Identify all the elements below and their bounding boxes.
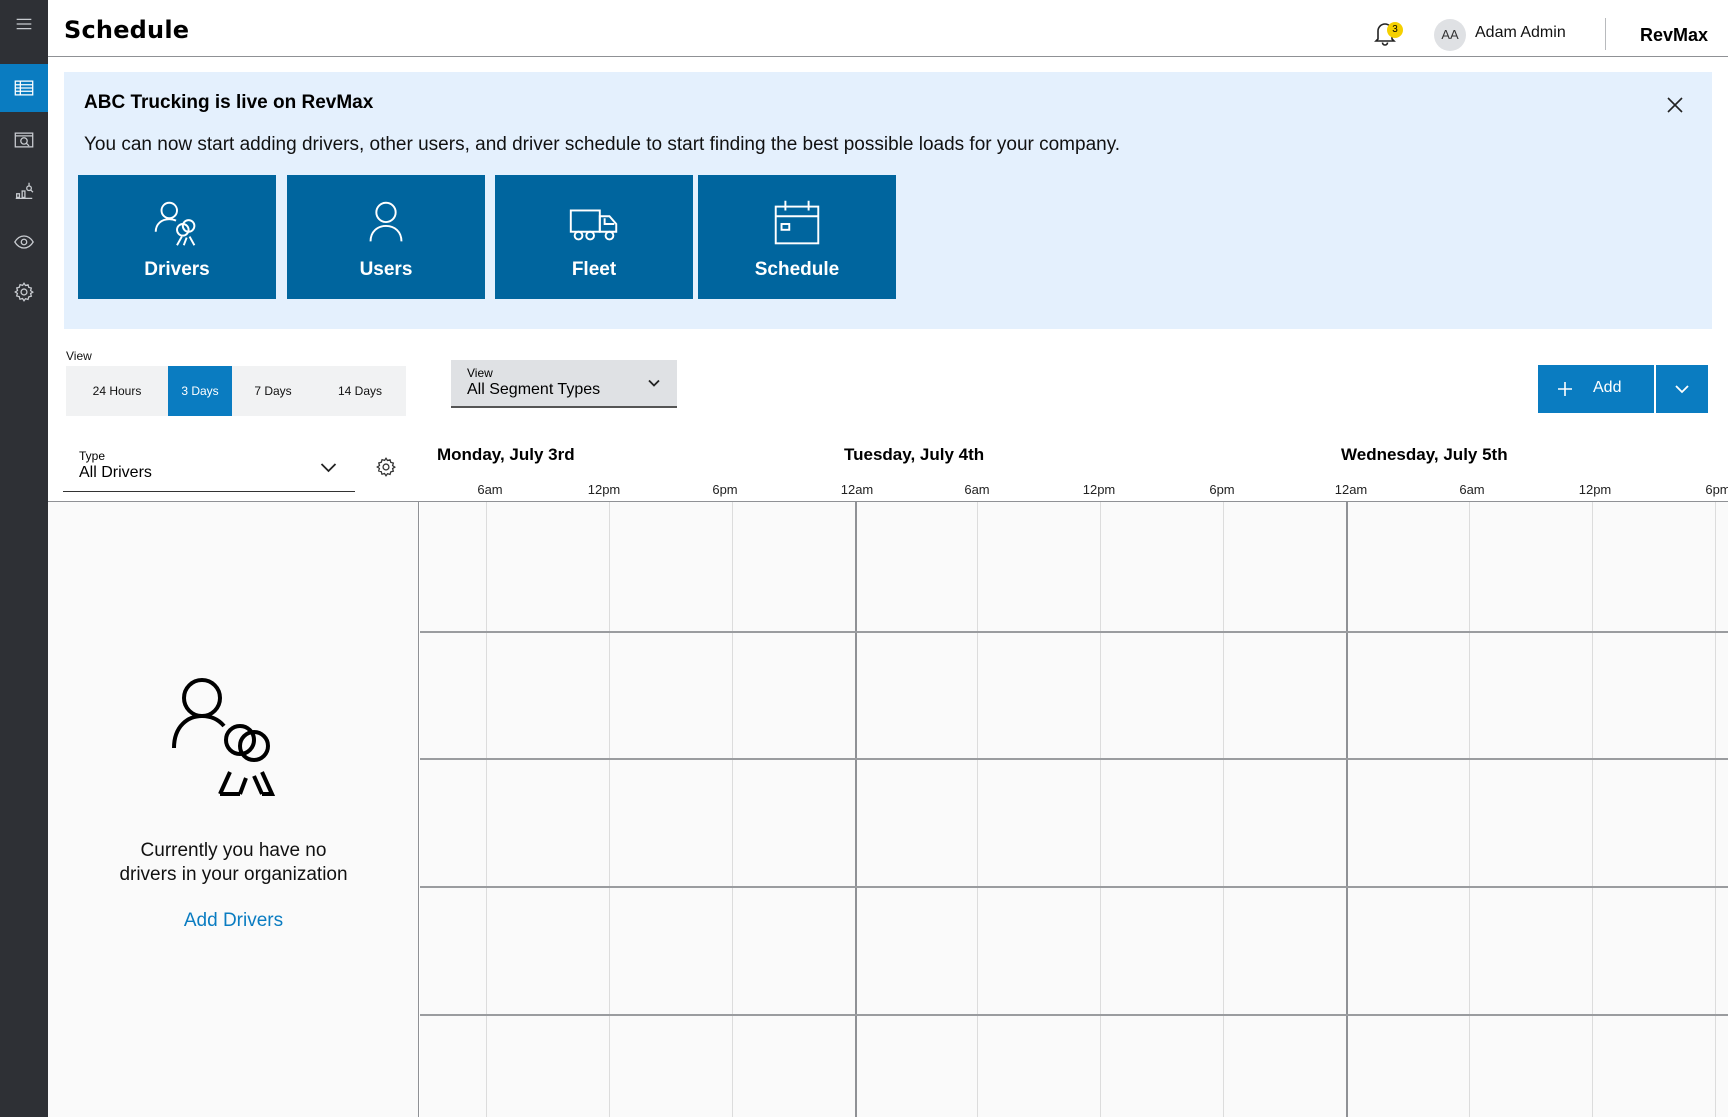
nav-settings[interactable]: [0, 268, 48, 316]
menu-icon: [16, 18, 32, 30]
fleet-tile-label: Fleet: [571, 259, 617, 280]
user-name[interactable]: Adam Admin: [1475, 24, 1566, 42]
segment-type-dropdown[interactable]: View All Segment Types: [451, 360, 677, 408]
gear-icon: [376, 457, 396, 477]
empty-state-line-2: drivers in your organization: [119, 864, 348, 885]
hour-label: 12am: [1334, 482, 1368, 497]
side-navigation: [0, 0, 48, 1117]
grid-line: [1469, 502, 1470, 1117]
hour-label: 12pm: [1082, 482, 1116, 497]
grid-line: [1223, 502, 1224, 1117]
view-range-toggle: 24 Hours 3 Days 7 Days 14 Days: [66, 366, 406, 416]
grid-row-line: [420, 631, 1728, 633]
grid-row-line: [420, 886, 1728, 888]
grid-row-line: [420, 1014, 1728, 1016]
drivers-icon: [154, 201, 196, 246]
drivers-tile-label: Drivers: [144, 259, 210, 280]
day-boundary-line: [855, 502, 857, 1117]
view-toggle-label: View: [66, 349, 92, 363]
hour-label: 12am: [840, 482, 874, 497]
eye-icon: [14, 235, 34, 249]
close-icon: [1667, 97, 1683, 113]
hour-label: 6pm: [712, 482, 738, 497]
drivers-empty-icon: [158, 672, 288, 802]
segment-dropdown-value: All Segment Types: [467, 381, 601, 398]
add-button[interactable]: Add: [1538, 365, 1654, 413]
day-header-wednesday: Wednesday, July 5th: [1341, 445, 1508, 464]
type-dropdown-label: Type: [79, 449, 106, 463]
grid-row-line: [420, 758, 1728, 760]
analytics-icon: [15, 182, 34, 199]
banner-message: You can now start adding drivers, other …: [84, 134, 1121, 155]
chevron-down-icon: [320, 463, 337, 473]
fleet-tile[interactable]: Fleet: [495, 175, 693, 299]
brand-logo: RevMax: [1640, 25, 1709, 45]
nav-schedule[interactable]: [0, 64, 48, 112]
table-icon: [14, 80, 34, 96]
view-option-3-days[interactable]: 3 Days: [168, 366, 232, 416]
empty-state-message: Currently you have no drivers in your or…: [48, 839, 419, 887]
hour-label: 6am: [964, 482, 990, 497]
app-header: Schedule 3 AA Adam Admin RevMax: [48, 0, 1728, 57]
schedule-tile-label: Schedule: [754, 259, 840, 280]
view-option-7-days[interactable]: 7 Days: [232, 366, 314, 416]
calendar-icon: [774, 200, 820, 245]
search-window-icon: [14, 132, 34, 148]
notification-count-badge: 3: [1387, 22, 1403, 38]
add-menu-toggle[interactable]: [1656, 365, 1708, 413]
gear-icon: [14, 282, 34, 302]
page-title: Schedule: [64, 16, 190, 44]
day-boundary-line: [1346, 502, 1348, 1117]
banner-close-button[interactable]: [1665, 95, 1687, 117]
grid-line: [486, 502, 487, 1117]
hour-label: 12pm: [1578, 482, 1612, 497]
list-settings-button[interactable]: [375, 456, 399, 480]
avatar[interactable]: AA: [1434, 19, 1466, 51]
grid-line: [977, 502, 978, 1117]
add-button-label: Add: [1593, 379, 1622, 396]
day-header-monday: Monday, July 3rd: [437, 445, 575, 464]
grid-line: [1715, 502, 1716, 1117]
day-header-tuesday: Tuesday, July 4th: [844, 445, 985, 464]
hour-label: 6am: [1459, 482, 1485, 497]
users-tile-label: Users: [359, 259, 413, 280]
truck-icon: [569, 209, 618, 241]
grid-line: [732, 502, 733, 1117]
nav-analytics[interactable]: [0, 167, 48, 215]
grid-line: [609, 502, 610, 1117]
type-dropdown-value: All Drivers: [79, 464, 152, 481]
banner-title: ABC Trucking is live on RevMax: [84, 92, 374, 113]
add-drivers-link[interactable]: Add Drivers: [48, 910, 419, 932]
view-option-24-hours[interactable]: 24 Hours: [66, 366, 168, 416]
menu-button[interactable]: [0, 0, 48, 48]
nav-monitor[interactable]: [0, 218, 48, 266]
segment-dropdown-label: View: [467, 366, 493, 380]
hour-label: 6am: [477, 482, 503, 497]
grid-line: [1100, 502, 1101, 1117]
empty-state-line-1: Currently you have no: [140, 840, 327, 861]
drivers-list-panel: Currently you have no drivers in your or…: [48, 502, 419, 1117]
user-icon: [369, 201, 403, 242]
welcome-banner: ABC Trucking is live on RevMax You can n…: [64, 72, 1712, 329]
view-option-14-days[interactable]: 14 Days: [314, 366, 406, 416]
chevron-down-icon: [1675, 385, 1689, 394]
nav-search[interactable]: [0, 116, 48, 164]
chevron-down-icon: [648, 379, 660, 387]
hour-label: 6pm: [1705, 482, 1728, 497]
users-tile[interactable]: Users: [287, 175, 485, 299]
hour-label: 12pm: [587, 482, 621, 497]
hour-label: 6pm: [1209, 482, 1235, 497]
schedule-tile[interactable]: Schedule: [698, 175, 896, 299]
drivers-tile[interactable]: Drivers: [78, 175, 276, 299]
header-divider: [1605, 18, 1606, 50]
driver-type-dropdown[interactable]: Type All Drivers: [63, 440, 355, 492]
grid-line: [1592, 502, 1593, 1117]
schedule-grid[interactable]: [420, 502, 1728, 1117]
plus-icon: [1558, 382, 1572, 396]
